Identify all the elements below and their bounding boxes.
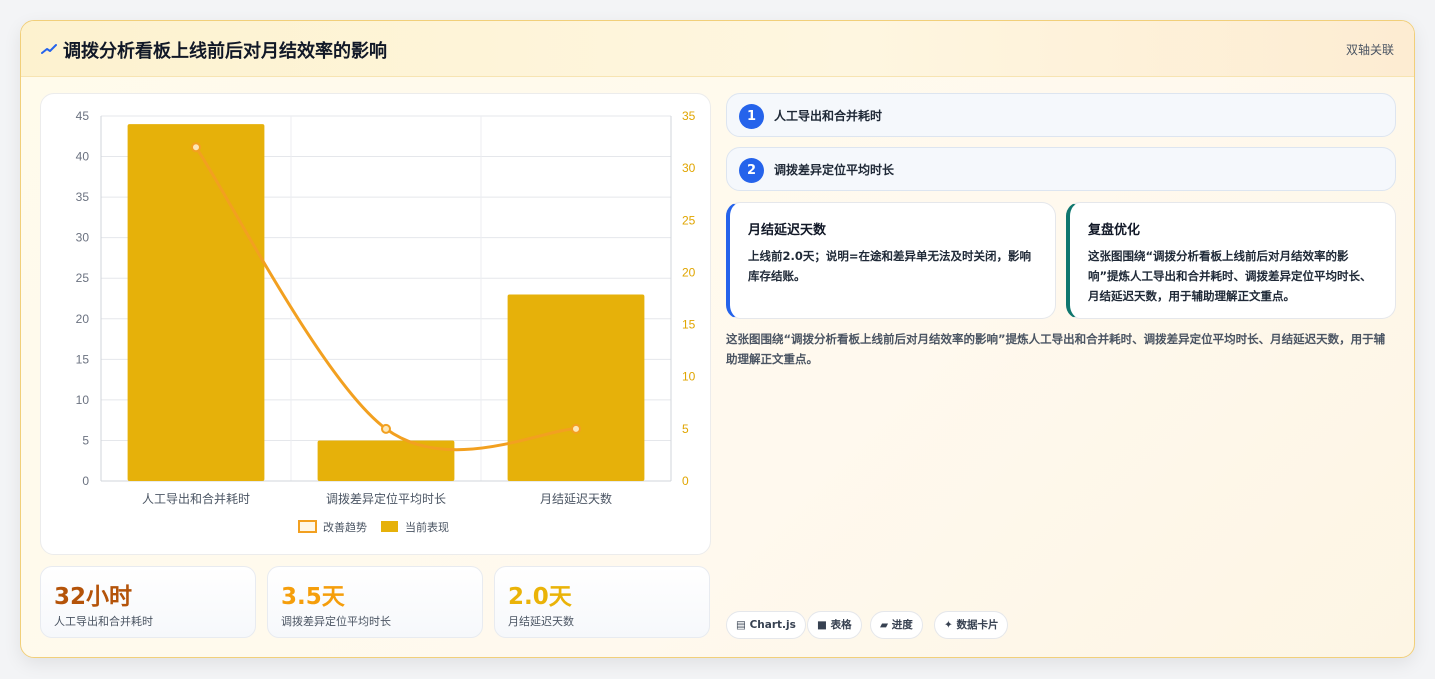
- card-header: 调拨分析看板上线前后对月结效率的影响 双轴关联: [21, 21, 1414, 77]
- chart-panel: 0 5 10 15 20 25 30 35 40 45 0 5 10 15 20 25 30 35 人工导出和合并耗…: [40, 93, 711, 555]
- legend-swatch-trend: [298, 520, 317, 533]
- kpi-card-delay-days: 2.0天 月结延迟天数: [494, 566, 710, 638]
- progress-icon: ▰: [880, 619, 889, 631]
- y-left-tick-label: 45: [76, 109, 90, 123]
- trend-point-2: [571, 423, 581, 434]
- y-right-tick-label: 15: [682, 318, 696, 332]
- note-card-delay: 月结延迟天数 上线前2.0天；说明=在途和差异单无法及时关闭，影响库存结账。: [726, 202, 1056, 319]
- chart-icon: ▤: [736, 619, 746, 631]
- bar-1: [317, 440, 455, 481]
- sparkle-icon: ✦: [944, 619, 953, 631]
- kpi-card-export-time: 32小时 人工导出和合并耗时: [40, 566, 256, 638]
- step-label: 人工导出和合并耗时: [774, 109, 883, 123]
- y-right-tick-label: 25: [682, 213, 696, 227]
- y-left-tick-label: 15: [76, 352, 90, 366]
- y-left-tick-label: 25: [76, 271, 90, 285]
- tag-chartjs[interactable]: ▤ Chart.js: [726, 611, 806, 639]
- x-tick-label: 人工导出和合并耗时: [142, 491, 250, 506]
- y-right-tick-label: 30: [682, 161, 696, 175]
- kpi-value: 32小时: [54, 584, 133, 610]
- note-card-review: 复盘优化 这张图围绕“调拨分析看板上线前后对月结效率的影响”提炼人工导出和合并耗…: [1066, 202, 1396, 319]
- y-right-tick-label: 5: [682, 422, 689, 436]
- page-title: 调拨分析看板上线前后对月结效率的影响: [63, 41, 387, 62]
- y-left-tick-label: 20: [76, 312, 90, 326]
- x-tick-label: 月结延迟天数: [540, 491, 612, 506]
- kpi-label: 调拨差异定位平均时长: [281, 615, 391, 628]
- note-body: 这张图围绕“调拨分析看板上线前后对月结效率的影响”提炼人工导出和合并耗时、调拨差…: [1088, 249, 1372, 303]
- trend-icon: [41, 44, 57, 54]
- step-label: 调拨差异定位平均时长: [774, 163, 895, 177]
- y-right-tick-label: 20: [682, 265, 696, 279]
- bar-2: [507, 294, 645, 481]
- step-item-1[interactable]: 1 人工导出和合并耗时: [726, 93, 1396, 137]
- chart-summary: 这张图围绕“调拨分析看板上线前后对月结效率的影响”提炼人工导出和合并耗时、调拨差…: [726, 332, 1386, 366]
- step-item-2[interactable]: 2 调拨差异定位平均时长: [726, 147, 1396, 191]
- bar-0: [127, 124, 265, 481]
- note-body: 上线前2.0天；说明=在途和差异单无法及时关闭，影响库存结账。: [748, 249, 1032, 283]
- kpi-label: 人工导出和合并耗时: [54, 615, 153, 628]
- y-left-tick-label: 40: [76, 150, 90, 164]
- legend-label-trend: 改善趋势: [323, 520, 367, 534]
- tag-data-card[interactable]: ✦ 数据卡片: [934, 611, 1009, 639]
- note-title: 月结延迟天数: [748, 223, 827, 238]
- y-left-tick-label: 5: [82, 433, 89, 447]
- y-left-tick-label: 30: [76, 231, 90, 245]
- x-tick-label: 调拨差异定位平均时长: [326, 491, 446, 506]
- y-left-tick-label: 0: [82, 474, 89, 488]
- tag-label: Chart.js: [749, 619, 796, 631]
- tag-progress[interactable]: ▰ 进度: [870, 611, 923, 639]
- y-left-tick-label: 35: [76, 190, 90, 204]
- trend-point-0: [191, 142, 201, 153]
- y-right-tick-label: 35: [682, 109, 696, 123]
- tag-label: 表格: [830, 619, 852, 631]
- y-right-tick-label: 10: [682, 370, 696, 384]
- note-title: 复盘优化: [1088, 223, 1141, 238]
- tag-table[interactable]: ■ 表格: [807, 611, 862, 639]
- y-right-tick-label: 0: [682, 474, 689, 488]
- table-icon: ■: [817, 619, 827, 631]
- kpi-value: 2.0天: [508, 584, 572, 610]
- y-left-tick-label: 10: [76, 393, 90, 407]
- tag-label: 数据卡片: [956, 619, 999, 631]
- step-number-badge: 2: [739, 158, 764, 183]
- kpi-label: 月结延迟天数: [508, 615, 574, 628]
- kpi-value: 3.5天: [281, 584, 345, 610]
- dual-axis-badge: 双轴关联: [1345, 43, 1394, 57]
- legend-swatch-bar: [381, 521, 398, 532]
- tag-label: 进度: [891, 619, 913, 631]
- dashboard-card: 调拨分析看板上线前后对月结效率的影响 双轴关联 0 5 10 15 20 25 30 35 40…: [20, 20, 1415, 658]
- trend-point-1: [381, 423, 391, 434]
- legend-label-bar: 当前表现: [405, 520, 449, 534]
- combo-chart[interactable]: 0 5 10 15 20 25 30 35 40 45 0 5 10 15 20 25 30 35 人工导出和合并耗…: [41, 94, 712, 556]
- step-number-badge: 1: [739, 104, 764, 129]
- kpi-card-locate-time: 3.5天 调拨差异定位平均时长: [267, 566, 483, 638]
